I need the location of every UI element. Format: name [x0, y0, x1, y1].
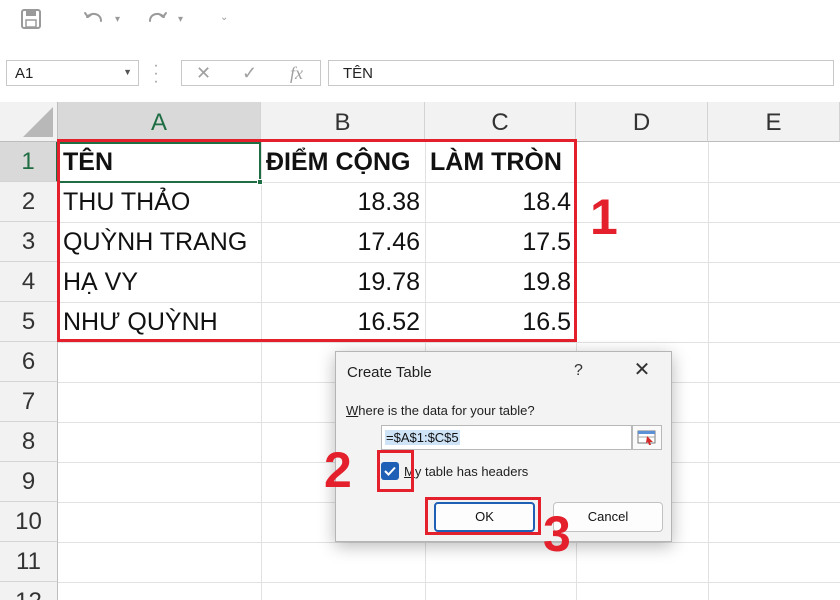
annotation-box-ok: [425, 497, 541, 535]
range-input[interactable]: =$A$1:$C$5: [381, 425, 632, 450]
row-header-6[interactable]: 6: [0, 342, 58, 382]
name-box-dropdown-icon[interactable]: ▼: [123, 67, 132, 77]
name-box-value: A1: [15, 65, 34, 82]
range-prompt-text: here is the data for your table?: [358, 403, 535, 418]
range-prompt-mnemonic: W: [346, 403, 359, 418]
range-picker-button[interactable]: [632, 425, 662, 450]
row-header-3[interactable]: 3: [0, 222, 58, 262]
close-icon[interactable]: ✕: [630, 358, 654, 382]
row-header-8[interactable]: 8: [0, 422, 58, 462]
annotation-step-3: 3: [543, 506, 571, 562]
range-picker-icon: [637, 430, 656, 445]
range-value: =$A$1:$C$5: [385, 430, 460, 445]
gridline: [58, 342, 840, 343]
row-header-1[interactable]: 1: [0, 142, 58, 182]
more-options-icon[interactable]: · · ·: [152, 58, 160, 90]
annotation-box-checkbox: [377, 450, 414, 492]
column-header-e[interactable]: E: [708, 102, 840, 142]
redo-dropdown-icon[interactable]: ▾: [178, 14, 183, 25]
column-header-a[interactable]: A: [58, 102, 261, 142]
headers-checkbox-text: y table has headers: [414, 464, 529, 479]
customize-toolbar-icon[interactable]: ⌄: [220, 12, 228, 23]
cancel-entry-icon[interactable]: ✕: [196, 63, 211, 84]
annotation-step-1: 1: [590, 189, 618, 245]
name-box[interactable]: A1 ▼: [6, 60, 139, 86]
row-header-5[interactable]: 5: [0, 302, 58, 342]
row-header-7[interactable]: 7: [0, 382, 58, 422]
select-all-icon: [23, 107, 53, 137]
redo-icon[interactable]: [145, 8, 171, 34]
column-header-c[interactable]: C: [425, 102, 576, 142]
gridline: [58, 582, 840, 583]
row-header-10[interactable]: 10: [0, 502, 58, 542]
quick-access-toolbar: ▾ ▾ ⌄: [0, 0, 840, 48]
insert-function-icon[interactable]: fx: [290, 63, 303, 84]
formula-input[interactable]: TÊN: [328, 60, 834, 86]
row-header-9[interactable]: 9: [0, 462, 58, 502]
dialog-title: Create Table: [347, 364, 432, 381]
gridline: [708, 142, 709, 600]
column-header-d[interactable]: D: [576, 102, 708, 142]
formula-buttons: ✕ ✓ fx: [181, 60, 321, 86]
help-button[interactable]: ?: [574, 362, 583, 380]
range-prompt-label: Where is the data for your table?: [346, 403, 535, 418]
formula-value: TÊN: [343, 65, 373, 82]
headers-checkbox-label[interactable]: My table has headers: [404, 464, 528, 479]
annotation-box-data-range: [57, 139, 577, 342]
undo-icon[interactable]: [82, 8, 108, 34]
row-header-2[interactable]: 2: [0, 182, 58, 222]
select-all-button[interactable]: [0, 102, 58, 142]
gridline: [58, 542, 840, 543]
save-icon[interactable]: [20, 8, 46, 34]
row-header-12[interactable]: 12: [0, 582, 58, 600]
enter-entry-icon[interactable]: ✓: [242, 63, 257, 84]
undo-dropdown-icon[interactable]: ▾: [115, 14, 120, 25]
row-header-4[interactable]: 4: [0, 262, 58, 302]
column-header-b[interactable]: B: [261, 102, 425, 142]
formula-bar: A1 ▼ · · · ✕ ✓ fx TÊN: [0, 48, 840, 102]
annotation-step-2: 2: [324, 442, 352, 498]
row-header-11[interactable]: 11: [0, 542, 58, 582]
